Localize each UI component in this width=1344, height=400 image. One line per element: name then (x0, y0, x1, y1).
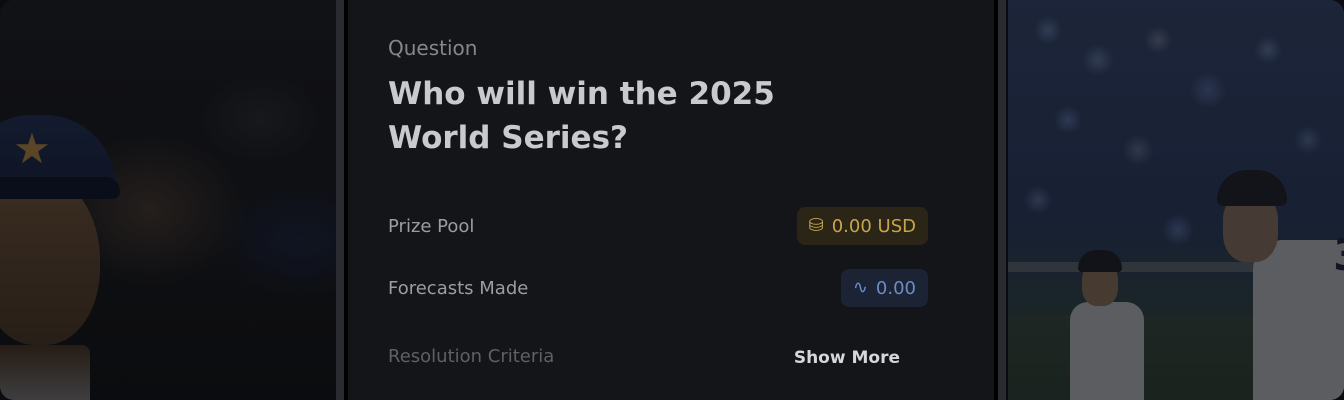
question-title: Who will win the 2025 World Series? (388, 76, 775, 156)
jersey-number: 3 (1333, 230, 1344, 281)
forecasts-made-badge: ∿ 0.00 (840, 269, 928, 307)
phone-bezel-inner-right (994, 0, 998, 400)
player-pitcher: 3 (1213, 170, 1344, 400)
right-background-photo: 3 (1008, 0, 1344, 400)
runner-hat (1078, 250, 1122, 272)
player-runner (1068, 250, 1158, 400)
player-face (0, 175, 100, 345)
show-more-button[interactable]: Show More (794, 348, 900, 368)
runner-body (1070, 302, 1144, 400)
prize-pool-label: Prize Pool (388, 216, 475, 237)
stage: ★ 3 Question Who will win the 2025 World… (0, 0, 1344, 400)
pitcher-hat (1217, 170, 1287, 206)
trend-icon: ∿ (852, 277, 868, 298)
forecasts-made-value: 0.00 (875, 277, 916, 299)
phone-bezel-left (336, 0, 344, 400)
phone-screen: Question Who will win the 2025 World Ser… (348, 0, 994, 400)
coin-stack-icon: ⛁ (808, 215, 824, 236)
player-cap-brim (0, 177, 120, 199)
player-neck (0, 345, 90, 400)
pitcher-body (1253, 240, 1344, 400)
player-left: ★ (0, 115, 130, 400)
resolution-criteria-label: Resolution Criteria (388, 346, 555, 367)
prize-pool-badge: ⛁ 0.00 USD (796, 207, 928, 245)
left-background-photo: ★ (0, 0, 336, 400)
question-label: Question (388, 36, 478, 60)
phone-bezel-right (998, 0, 1006, 400)
forecasts-made-label: Forecasts Made (388, 278, 529, 299)
prize-pool-value: 0.00 USD (831, 215, 916, 237)
cap-logo-icon: ★ (13, 124, 51, 173)
